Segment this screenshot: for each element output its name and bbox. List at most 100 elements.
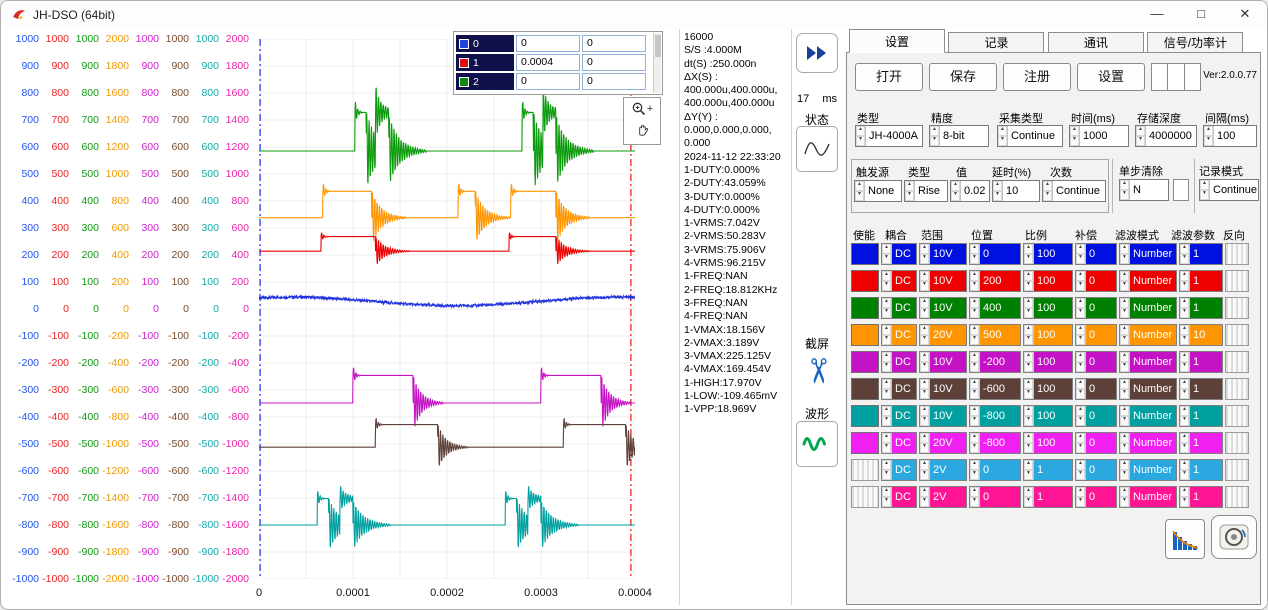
spinner-arrows-icon[interactable]: ▲▼ <box>1180 244 1190 264</box>
scale-spinner[interactable]: ▲▼1 <box>1023 459 1073 481</box>
spinner-arrows-icon[interactable]: ▲▼ <box>1076 379 1086 399</box>
spinner-arrows-icon[interactable]: ▲▼ <box>1024 460 1034 480</box>
scale-spinner[interactable]: ▲▼1 <box>1023 486 1073 508</box>
spinner-arrows-icon[interactable]: ▲▼ <box>1024 352 1034 372</box>
scale-spinner[interactable]: ▲▼100 <box>1023 270 1073 292</box>
compensation-spinner[interactable]: ▲▼0 <box>1075 432 1117 454</box>
coupling-spinner[interactable]: ▲▼DC <box>881 405 917 427</box>
compensation-spinner[interactable]: ▲▼0 <box>1075 297 1117 319</box>
spinner-arrows-icon[interactable]: ▲▼ <box>1120 298 1130 318</box>
range-spinner[interactable]: ▲▼10V <box>919 243 967 265</box>
bits-spinner[interactable]: ▲▼8-bit <box>929 125 989 147</box>
spinner-arrows-icon[interactable]: ▲▼ <box>1180 433 1190 453</box>
compensation-spinner[interactable]: ▲▼0 <box>1075 324 1117 346</box>
spinner-arrows-icon[interactable]: ▲▼ <box>1024 379 1034 399</box>
channel-enable-toggle[interactable] <box>851 378 879 400</box>
filter-param-spinner[interactable]: ▲▼1 <box>1179 486 1223 508</box>
spinner-arrows-icon[interactable]: ▲▼ <box>920 352 930 372</box>
legend-scrollbar[interactable] <box>653 33 661 93</box>
spinner-arrows-icon[interactable]: ▲▼ <box>920 460 930 480</box>
spinner-arrows-icon[interactable]: ▲▼ <box>920 433 930 453</box>
channel-enable-toggle[interactable] <box>851 486 879 508</box>
spinner-arrows-icon[interactable]: ▲▼ <box>882 325 892 345</box>
coupling-spinner[interactable]: ▲▼DC <box>881 270 917 292</box>
filter-mode-spinner[interactable]: ▲▼Number <box>1119 378 1177 400</box>
spinner-arrows-icon[interactable]: ▲▼ <box>882 271 892 291</box>
interval-spinner[interactable]: ▲▼100 <box>1203 125 1257 147</box>
filter-mode-spinner[interactable]: ▲▼Number <box>1119 486 1177 508</box>
spinner-arrows-icon[interactable]: ▲▼ <box>882 487 892 507</box>
spinner-arrows-icon[interactable]: ▲▼ <box>920 271 930 291</box>
channel-enable-toggle[interactable] <box>851 351 879 373</box>
filter-mode-spinner[interactable]: ▲▼Number <box>1119 459 1177 481</box>
capture-device-button[interactable] <box>1211 515 1257 559</box>
spinner-arrows-icon[interactable]: ▲▼ <box>1120 406 1130 426</box>
trigger-value-spinner[interactable]: ▲▼0.02 <box>950 180 990 202</box>
channel-enable-toggle[interactable] <box>851 432 879 454</box>
channel-enable-toggle[interactable] <box>851 405 879 427</box>
open-button[interactable]: 打开 <box>855 63 923 91</box>
legend-channel-row[interactable]: 000 <box>456 34 660 53</box>
legend-channel-row[interactable]: 10.00040 <box>456 53 660 72</box>
scale-spinner[interactable]: ▲▼100 <box>1023 243 1073 265</box>
invert-toggle[interactable] <box>1225 486 1249 508</box>
spinner-arrows-icon[interactable]: ▲▼ <box>970 460 980 480</box>
invert-toggle[interactable] <box>1225 243 1249 265</box>
filter-mode-spinner[interactable]: ▲▼Number <box>1119 297 1177 319</box>
filter-param-spinner[interactable]: ▲▼10 <box>1179 324 1223 346</box>
trigger-delay-spinner[interactable]: ▲▼10 <box>992 180 1040 202</box>
coupling-spinner[interactable]: ▲▼DC <box>881 351 917 373</box>
time-spinner[interactable]: ▲▼1000 <box>1069 125 1129 147</box>
spinner-arrows-icon[interactable]: ▲▼ <box>1024 298 1034 318</box>
trigger-times-spinner[interactable]: ▲▼Continue <box>1042 180 1106 202</box>
channel-enable-toggle[interactable] <box>851 243 879 265</box>
spinner-arrows-icon[interactable]: ▲▼ <box>882 406 892 426</box>
spinner-arrows-icon[interactable]: ▲▼ <box>1120 325 1130 345</box>
screenshot-button[interactable]: ✂ <box>793 349 841 393</box>
filter-param-spinner[interactable]: ▲▼1 <box>1179 243 1223 265</box>
spinner-arrows-icon[interactable]: ▲▼ <box>882 379 892 399</box>
invert-toggle[interactable] <box>1225 378 1249 400</box>
invert-toggle[interactable] <box>1225 405 1249 427</box>
spinner-arrows-icon[interactable]: ▲▼ <box>882 244 892 264</box>
filter-param-spinner[interactable]: ▲▼1 <box>1179 405 1223 427</box>
spinner-arrows-icon[interactable]: ▲▼ <box>1076 325 1086 345</box>
tab-signal-power[interactable]: 信号/功率计 <box>1147 32 1243 53</box>
spinner-arrows-icon[interactable]: ▲▼ <box>1024 244 1034 264</box>
scale-spinner[interactable]: ▲▼100 <box>1023 351 1073 373</box>
coupling-spinner[interactable]: ▲▼DC <box>881 486 917 508</box>
position-spinner[interactable]: ▲▼-600 <box>969 378 1021 400</box>
position-spinner[interactable]: ▲▼0 <box>969 243 1021 265</box>
invert-toggle[interactable] <box>1225 270 1249 292</box>
channel-enable-toggle[interactable] <box>851 324 879 346</box>
range-spinner[interactable]: ▲▼10V <box>919 378 967 400</box>
filter-mode-spinner[interactable]: ▲▼Number <box>1119 270 1177 292</box>
compensation-spinner[interactable]: ▲▼0 <box>1075 378 1117 400</box>
range-spinner[interactable]: ▲▼20V <box>919 324 967 346</box>
channel-enable-toggle[interactable] <box>851 297 879 319</box>
compensation-spinner[interactable]: ▲▼0 <box>1075 351 1117 373</box>
position-spinner[interactable]: ▲▼400 <box>969 297 1021 319</box>
coupling-spinner[interactable]: ▲▼DC <box>881 324 917 346</box>
filter-param-spinner[interactable]: ▲▼1 <box>1179 270 1223 292</box>
spinner-arrows-icon[interactable]: ▲▼ <box>920 487 930 507</box>
minimize-button[interactable]: — <box>1135 1 1179 29</box>
range-spinner[interactable]: ▲▼2V <box>919 486 967 508</box>
invert-toggle[interactable] <box>1225 351 1249 373</box>
filter-mode-spinner[interactable]: ▲▼Number <box>1119 243 1177 265</box>
compensation-spinner[interactable]: ▲▼0 <box>1075 459 1117 481</box>
acqtype-spinner[interactable]: ▲▼Continue <box>997 125 1063 147</box>
spinner-arrows-icon[interactable]: ▲▼ <box>1120 460 1130 480</box>
setup-button[interactable]: 设置 <box>1077 63 1145 91</box>
range-spinner[interactable]: ▲▼2V <box>919 459 967 481</box>
position-spinner[interactable]: ▲▼500 <box>969 324 1021 346</box>
spinner-arrows-icon[interactable]: ▲▼ <box>1120 244 1130 264</box>
spinner-arrows-icon[interactable]: ▲▼ <box>1076 433 1086 453</box>
filter-param-spinner[interactable]: ▲▼1 <box>1179 459 1223 481</box>
register-button[interactable]: 注册 <box>1003 63 1071 91</box>
invert-toggle[interactable] <box>1225 459 1249 481</box>
trigger-source-spinner[interactable]: ▲▼None <box>854 180 902 202</box>
spinner-arrows-icon[interactable]: ▲▼ <box>920 244 930 264</box>
coupling-spinner[interactable]: ▲▼DC <box>881 432 917 454</box>
spinner-arrows-icon[interactable]: ▲▼ <box>1024 406 1034 426</box>
